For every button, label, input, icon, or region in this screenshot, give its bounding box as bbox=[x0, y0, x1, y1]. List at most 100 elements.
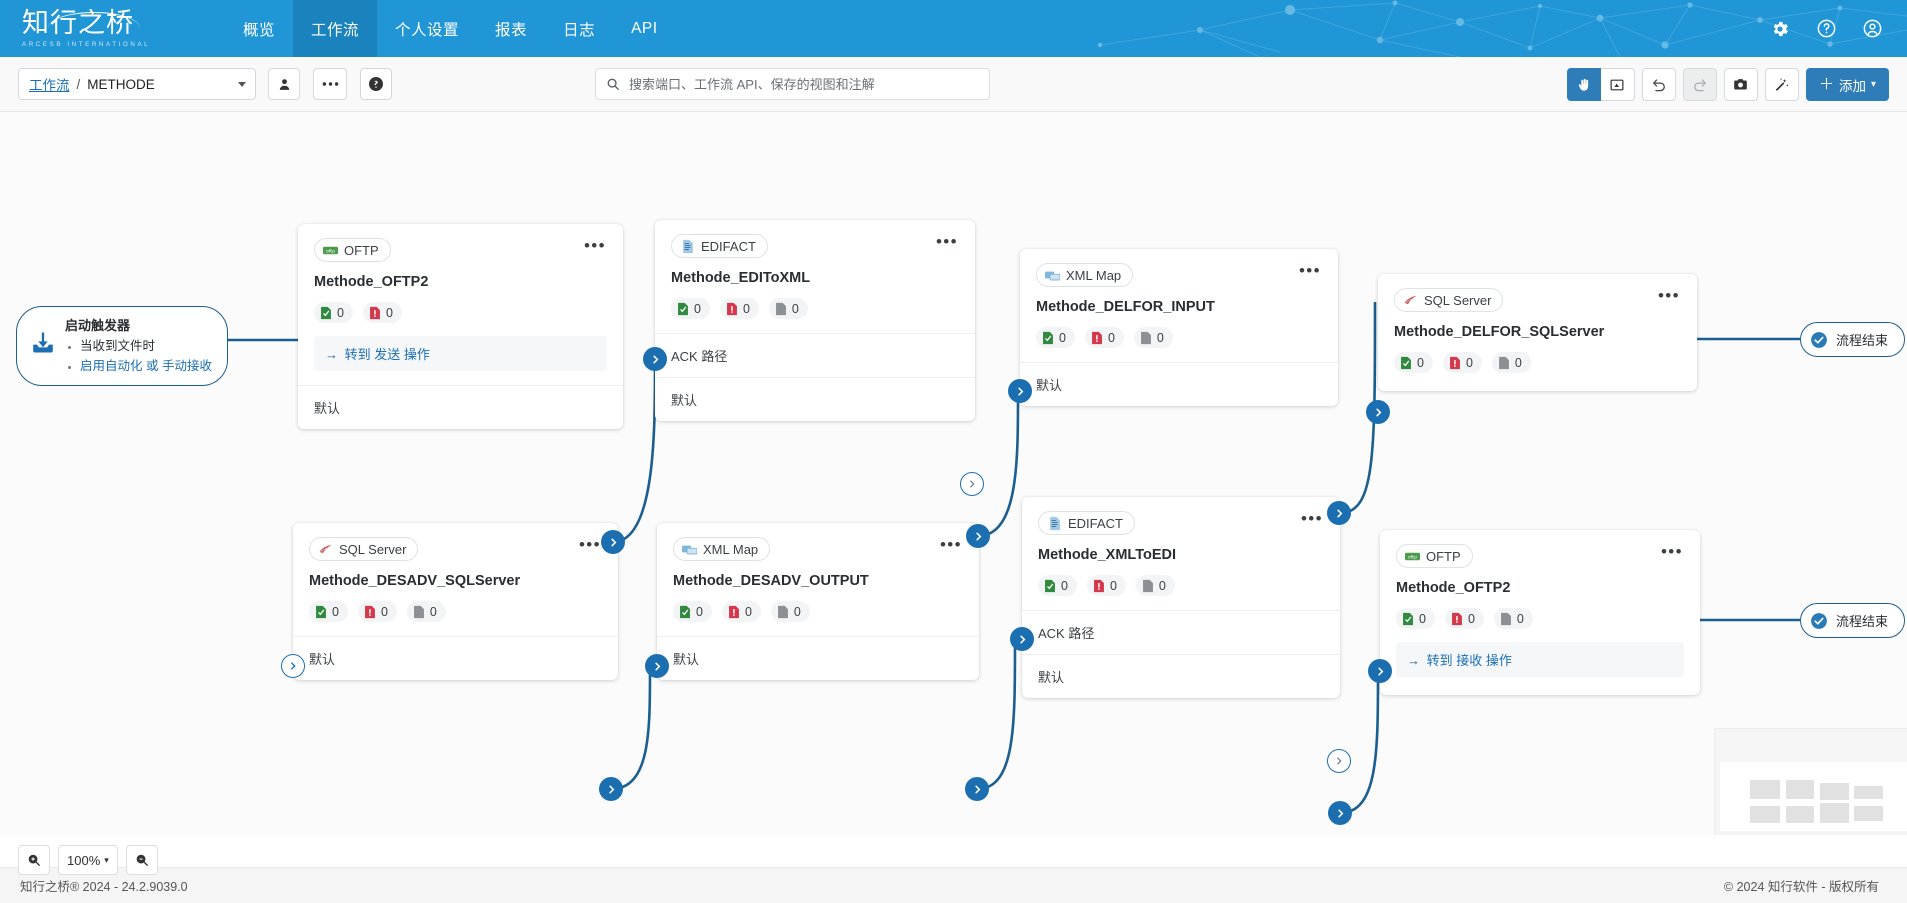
search-box[interactable] bbox=[595, 68, 990, 100]
nav-item-overview[interactable]: 概览 bbox=[225, 0, 293, 57]
node-sqlserver-desadv[interactable]: SQL Server ••• Methode_DESADV_SQLServer … bbox=[293, 523, 618, 680]
breadcrumb-root-link[interactable]: 工作流 bbox=[29, 74, 70, 94]
badge-neutral[interactable]: 0 bbox=[1494, 608, 1533, 629]
pan-tool-button[interactable] bbox=[1567, 68, 1601, 101]
badge-success[interactable]: 0 bbox=[309, 601, 348, 622]
badge-neutral[interactable]: 0 bbox=[771, 601, 810, 622]
badge-error[interactable]: 0 bbox=[358, 601, 397, 622]
badge-success-count: 0 bbox=[694, 302, 701, 316]
badge-neutral[interactable]: 0 bbox=[1492, 352, 1531, 373]
badge-success[interactable]: 0 bbox=[1038, 575, 1077, 596]
zoom-in-button[interactable] bbox=[18, 845, 50, 875]
redo-button[interactable] bbox=[1683, 68, 1717, 101]
action-mid: 接收 bbox=[1456, 653, 1482, 668]
help-circle-icon[interactable] bbox=[1813, 16, 1839, 42]
undo-button[interactable] bbox=[1642, 68, 1676, 101]
node-menu-icon[interactable]: ••• bbox=[1300, 511, 1324, 527]
badge-error[interactable]: 0 bbox=[1445, 608, 1484, 629]
flow-end-bottom[interactable]: 流程结束 bbox=[1800, 603, 1905, 638]
select-tool-button[interactable] bbox=[1601, 68, 1635, 101]
node-type-chip: oftp OFTP bbox=[314, 238, 391, 262]
user-button[interactable] bbox=[268, 68, 300, 100]
badge-neutral[interactable]: 0 bbox=[1134, 327, 1173, 348]
workflow-toolbar: 工作流 / METHODE bbox=[0, 57, 1907, 112]
node-badges: 0 0 0 bbox=[1396, 608, 1684, 629]
nav-item-reports[interactable]: 报表 bbox=[477, 0, 545, 57]
badge-error[interactable]: 0 bbox=[1087, 575, 1126, 596]
node-edifact-xmltoedi-ack-chevron[interactable] bbox=[1327, 749, 1351, 773]
node-xmlmap-delfor-in-chevron[interactable] bbox=[1008, 379, 1032, 403]
node-edifact-edi-to-xml[interactable]: EDIFACT ••• Methode_EDIToXML 0 0 bbox=[655, 220, 975, 421]
node-action-link[interactable]: → 转到 接收 操作 bbox=[1396, 642, 1684, 677]
badge-error[interactable]: 0 bbox=[720, 298, 759, 319]
badge-neutral[interactable]: 0 bbox=[1136, 575, 1175, 596]
node-oftp-send-out-chevron[interactable] bbox=[601, 530, 625, 554]
node-edifact-ack-chevron[interactable] bbox=[960, 472, 984, 496]
node-edifact-out-chevron[interactable] bbox=[966, 524, 990, 548]
workflow-selector[interactable]: 工作流 / METHODE bbox=[18, 68, 256, 100]
badge-success[interactable]: 0 bbox=[1036, 327, 1075, 348]
logo-text-en: ARCESB INTERNATIONAL bbox=[22, 41, 142, 48]
node-edifact-xmltoedi-out-chevron[interactable] bbox=[1328, 801, 1352, 825]
node-xmlmap-delfor-out-chevron[interactable] bbox=[1327, 501, 1351, 525]
nav-item-logs[interactable]: 日志 bbox=[545, 0, 613, 57]
node-oftp-send[interactable]: oftp OFTP ••• Methode_OFTP2 0 0 bbox=[298, 224, 623, 429]
camera-icon[interactable] bbox=[1724, 68, 1758, 101]
node-sqlserver-desadv-out-chevron[interactable] bbox=[599, 777, 623, 801]
node-edifact-xml-to-edi[interactable]: EDIFACT ••• Methode_XMLToEDI 0 0 bbox=[1022, 497, 1340, 698]
canvas-minimap[interactable] bbox=[1714, 728, 1907, 835]
badge-neutral[interactable]: 0 bbox=[407, 601, 446, 622]
node-xmlmap-delfor-input[interactable]: XML Map ••• Methode_DELFOR_INPUT 0 0 bbox=[1020, 249, 1338, 406]
node-sqlserver-delfor-in-chevron[interactable] bbox=[1366, 400, 1390, 424]
flow-end-top[interactable]: 流程结束 bbox=[1800, 322, 1905, 357]
node-xmlmap-desadv-out-chevron[interactable] bbox=[965, 777, 989, 801]
add-button[interactable]: ＋ 添加 ▾ bbox=[1806, 68, 1889, 101]
node-menu-icon[interactable]: ••• bbox=[1660, 544, 1684, 560]
user-circle-icon[interactable] bbox=[1859, 16, 1885, 42]
gear-icon[interactable] bbox=[1767, 16, 1793, 42]
node-menu-icon[interactable]: ••• bbox=[935, 234, 959, 250]
start-trigger-node[interactable]: 启动触发器 当收到文件时 启用自动化 或 手动接收 bbox=[16, 306, 228, 386]
node-oftp-receive-in-chevron[interactable] bbox=[1368, 659, 1392, 683]
app-logo[interactable]: 知行之桥 ARCESB INTERNATIONAL bbox=[22, 4, 142, 54]
node-oftp-receive[interactable]: oftp OFTP ••• Methode_OFTP2 0 0 bbox=[1380, 530, 1700, 695]
badge-neutral[interactable]: 0 bbox=[769, 298, 808, 319]
badge-success[interactable]: 0 bbox=[1396, 608, 1435, 629]
badge-error[interactable]: 0 bbox=[1085, 327, 1124, 348]
chevron-down-icon: ▾ bbox=[104, 855, 109, 866]
node-menu-icon[interactable]: ••• bbox=[583, 238, 607, 254]
badge-success[interactable]: 0 bbox=[673, 601, 712, 622]
magic-wand-icon[interactable] bbox=[1765, 68, 1799, 101]
node-xmlmap-desadv-output[interactable]: XML Map ••• Methode_DESADV_OUTPUT 0 0 bbox=[657, 523, 979, 680]
node-edifact-in-chevron[interactable] bbox=[643, 347, 667, 371]
node-menu-icon[interactable]: ••• bbox=[1298, 263, 1322, 279]
node-menu-icon[interactable]: ••• bbox=[578, 537, 602, 553]
node-menu-icon[interactable]: ••• bbox=[1657, 288, 1681, 304]
node-menu-icon[interactable]: ••• bbox=[939, 537, 963, 553]
badge-success[interactable]: 0 bbox=[1394, 352, 1433, 373]
trigger-item-1-link[interactable]: 启用自动化 或 手动接收 bbox=[80, 359, 212, 373]
search-input[interactable] bbox=[627, 76, 979, 93]
nav-item-workflow[interactable]: 工作流 bbox=[293, 0, 377, 57]
node-sqlserver-desadv-in-chevron[interactable] bbox=[281, 654, 305, 678]
workflow-canvas[interactable]: 启动触发器 当收到文件时 启用自动化 或 手动接收 oftp OFTP ••• bbox=[0, 112, 1907, 835]
badge-error[interactable]: 0 bbox=[363, 302, 402, 323]
zoom-out-button[interactable] bbox=[126, 845, 158, 875]
node-xmlmap-desadv-in-chevron[interactable] bbox=[645, 654, 669, 678]
node-sqlserver-delfor[interactable]: SQL Server ••• Methode_DELFOR_SQLServer … bbox=[1378, 274, 1697, 391]
node-type-label: OFTP bbox=[344, 243, 379, 258]
badge-success[interactable]: 0 bbox=[671, 298, 710, 319]
badge-error[interactable]: 0 bbox=[1443, 352, 1482, 373]
node-action-link[interactable]: → 转到 发送 操作 bbox=[314, 336, 607, 371]
node-edifact-xmltoedi-in-chevron[interactable] bbox=[1010, 627, 1034, 651]
node-badges: 0 0 0 bbox=[1394, 352, 1681, 373]
help-button[interactable] bbox=[360, 68, 392, 100]
more-button[interactable] bbox=[313, 68, 347, 100]
nav-item-profile[interactable]: 个人设置 bbox=[377, 0, 477, 57]
badge-error[interactable]: 0 bbox=[722, 601, 761, 622]
minimap-viewport[interactable] bbox=[1720, 762, 1907, 831]
zoom-level-button[interactable]: 100% ▾ bbox=[58, 845, 118, 875]
nav-item-api[interactable]: API bbox=[613, 0, 675, 57]
minimap-node bbox=[1820, 803, 1849, 823]
badge-success[interactable]: 0 bbox=[314, 302, 353, 323]
